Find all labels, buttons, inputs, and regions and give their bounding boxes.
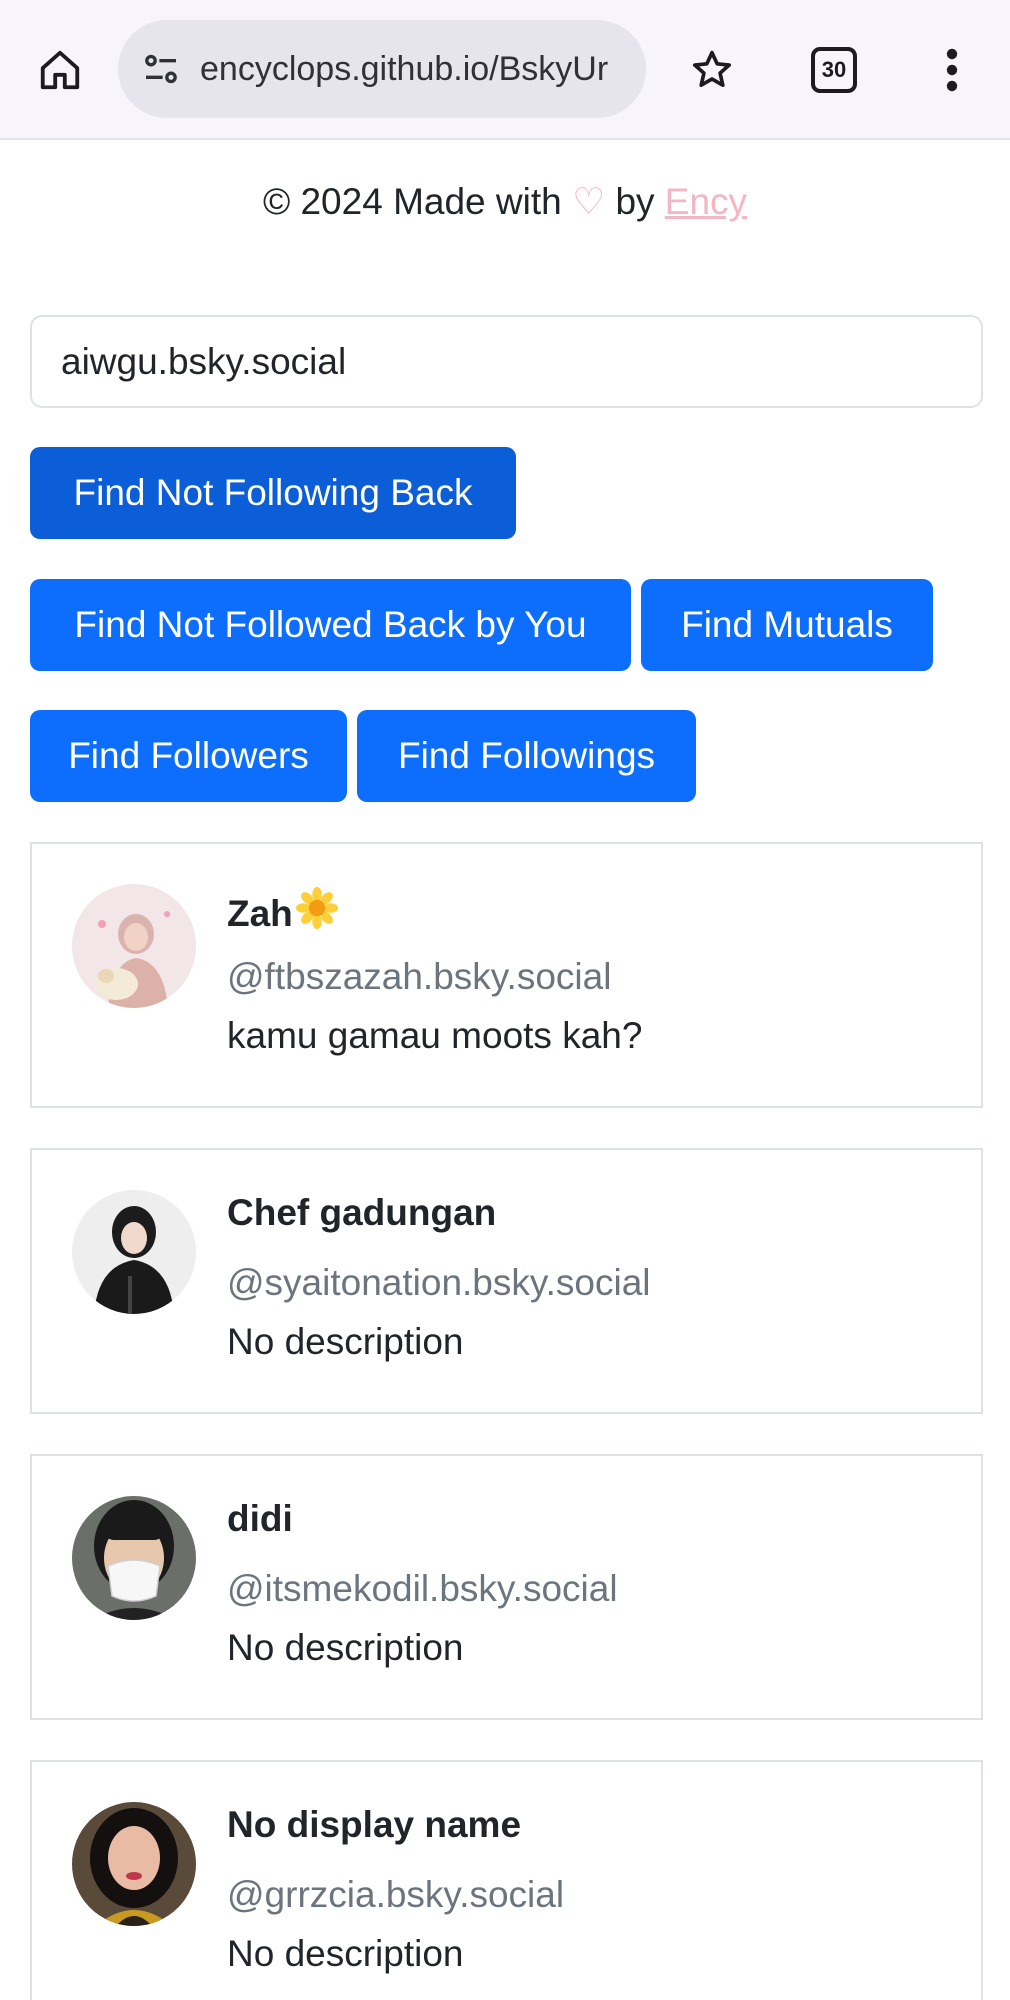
description-text: No description <box>227 1933 464 1974</box>
avatar <box>72 1190 196 1314</box>
description-text: No description <box>227 1321 464 1362</box>
display-name[interactable]: didi <box>227 1498 293 1540</box>
bookmark-star-icon[interactable] <box>682 40 742 100</box>
avatar <box>72 884 196 1008</box>
handle-text[interactable]: @itsmekodil.bsky.social <box>227 1568 618 1610</box>
handle-text[interactable]: @ftbszazah.bsky.social <box>227 956 611 998</box>
site-info-icon[interactable] <box>138 46 184 92</box>
display-name[interactable]: No display name <box>227 1804 521 1846</box>
tab-switcher-button[interactable]: 30 <box>804 40 864 100</box>
credit-prefix: © 2024 Made with <box>262 181 562 222</box>
handle-text[interactable]: @grrzcia.bsky.social <box>227 1874 564 1916</box>
result-card[interactable]: Zah @ftbszazah.bsky.social kamu gamau mo… <box>30 842 983 1108</box>
find-followings-button[interactable]: Find Followings <box>357 710 696 802</box>
find-not-followed-back-by-you-button[interactable]: Find Not Followed Back by You <box>30 579 631 671</box>
avatar <box>72 1802 196 1926</box>
find-not-following-back-button[interactable]: Find Not Following Back <box>30 447 516 539</box>
display-name-text: Zah <box>227 893 293 934</box>
result-card[interactable]: No display name @grrzcia.bsky.social No … <box>30 1760 983 2000</box>
find-followers-button[interactable]: Find Followers <box>30 710 347 802</box>
result-card[interactable]: Chef gadungan @syaitonation.bsky.social … <box>30 1148 983 1414</box>
avatar <box>72 1496 196 1620</box>
display-name[interactable]: Zah <box>227 886 339 939</box>
find-mutuals-button[interactable]: Find Mutuals <box>641 579 933 671</box>
more-menu-icon[interactable] <box>922 40 982 100</box>
handle-input[interactable] <box>30 315 983 408</box>
description-text: kamu gamau moots kah? <box>227 1015 643 1056</box>
sunflower-emoji-icon <box>295 886 339 939</box>
address-bar[interactable]: encyclops.github.io/BskyUr <box>118 20 646 118</box>
heart-icon: ♡ <box>571 181 606 222</box>
author-link[interactable]: Ency <box>665 181 747 222</box>
browser-toolbar: encyclops.github.io/BskyUr 30 <box>0 0 1010 140</box>
home-icon[interactable] <box>30 40 90 100</box>
tab-count: 30 <box>811 47 857 93</box>
description-text: No description <box>227 1627 464 1668</box>
credit-by: by <box>615 181 655 222</box>
credit-line: © 2024 Made with ♡ by Ency <box>0 180 1010 223</box>
display-name[interactable]: Chef gadungan <box>227 1192 496 1234</box>
handle-text[interactable]: @syaitonation.bsky.social <box>227 1262 651 1304</box>
result-card[interactable]: didi @itsmekodil.bsky.social No descript… <box>30 1454 983 1720</box>
url-text[interactable]: encyclops.github.io/BskyUr <box>200 50 630 89</box>
